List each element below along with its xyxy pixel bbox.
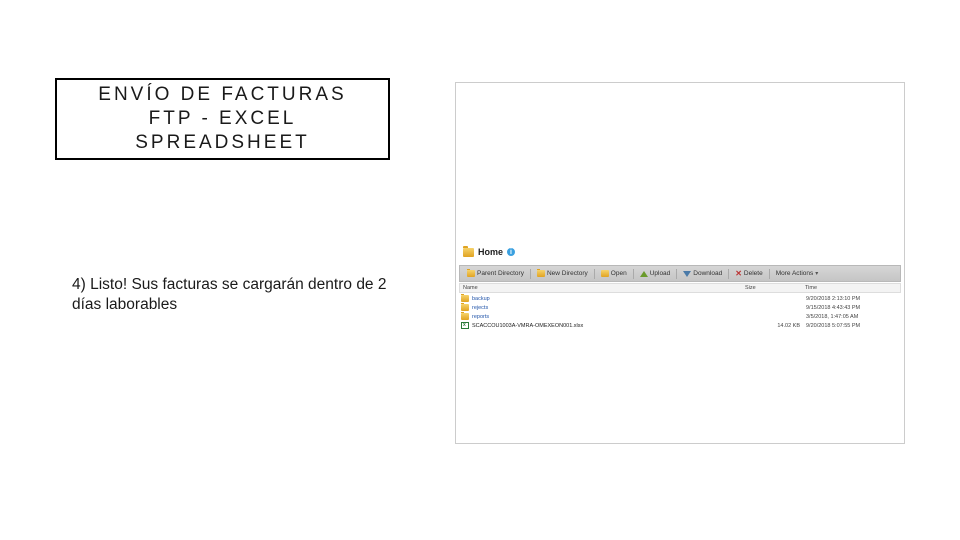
separator	[769, 269, 770, 279]
file-name: backup	[472, 296, 746, 302]
upload-label: Upload	[650, 270, 671, 277]
separator	[676, 269, 677, 279]
table-row[interactable]: reports 3/5/2018, 1:47:05 AM	[459, 312, 901, 321]
delete-button[interactable]: ✕ Delete	[732, 270, 766, 278]
separator	[530, 269, 531, 279]
excel-icon	[461, 322, 469, 329]
table-row[interactable]: rejects 9/15/2018 4:43:43 PM	[459, 303, 901, 312]
table-row[interactable]: SCACCOU1003A-VMRA-OMEXEON001.xlsx 14.02 …	[459, 321, 901, 330]
file-time: 9/15/2018 4:43:43 PM	[806, 305, 901, 311]
open-label: Open	[611, 270, 627, 277]
chevron-down-icon: ▾	[815, 270, 818, 277]
ftp-screenshot: Home i Parent Directory New Directory Op…	[455, 82, 905, 444]
breadcrumb-home: Home i	[463, 247, 515, 257]
file-name: SCACCOU1003A-VMRA-OMEXEON001.xlsx	[472, 323, 746, 329]
new-directory-button[interactable]: New Directory	[534, 270, 591, 277]
open-button[interactable]: Open	[598, 270, 630, 277]
toolbar: Parent Directory New Directory Open Uplo…	[459, 265, 901, 282]
table-header: Name Size Time	[459, 283, 901, 293]
file-name: rejects	[472, 305, 746, 311]
delete-icon: ✕	[735, 270, 742, 278]
download-button[interactable]: Download	[680, 270, 725, 277]
new-folder-icon	[537, 270, 545, 277]
download-label: Download	[693, 270, 722, 277]
folder-icon	[463, 248, 474, 257]
info-icon: i	[507, 248, 515, 256]
separator	[728, 269, 729, 279]
new-directory-label: New Directory	[547, 270, 588, 277]
upload-button[interactable]: Upload	[637, 270, 674, 277]
folder-icon	[461, 295, 469, 302]
file-size: 14.02 KB	[746, 323, 806, 329]
separator	[633, 269, 634, 279]
more-actions-label: More Actions	[776, 270, 814, 277]
separator	[594, 269, 595, 279]
slide-title: ENVÍO DE FACTURAS FTP - EXCEL SPREADSHEE…	[77, 83, 368, 154]
file-time: 9/20/2018 5:07:55 PM	[806, 323, 901, 329]
col-time: Time	[805, 285, 900, 291]
title-box: ENVÍO DE FACTURAS FTP - EXCEL SPREADSHEE…	[55, 78, 390, 160]
more-actions-button[interactable]: More Actions ▾	[773, 270, 822, 277]
col-name: Name	[460, 285, 745, 291]
download-icon	[683, 271, 691, 277]
folder-icon	[461, 313, 469, 320]
folder-icon	[461, 304, 469, 311]
file-time: 3/5/2018, 1:47:05 AM	[806, 314, 901, 320]
parent-directory-label: Parent Directory	[477, 270, 524, 277]
home-label: Home	[478, 247, 503, 257]
parent-directory-button[interactable]: Parent Directory	[464, 270, 527, 277]
upload-icon	[640, 271, 648, 277]
table-row[interactable]: backup 9/20/2018 2:13:10 PM	[459, 294, 901, 303]
open-icon	[601, 270, 609, 277]
folder-up-icon	[467, 270, 475, 277]
delete-label: Delete	[744, 270, 763, 277]
file-time: 9/20/2018 2:13:10 PM	[806, 296, 901, 302]
col-size: Size	[745, 285, 805, 291]
file-list: backup 9/20/2018 2:13:10 PM rejects 9/15…	[459, 294, 901, 330]
body-text: 4) Listo! Sus facturas se cargarán dentr…	[72, 275, 412, 315]
file-name: reports	[472, 314, 746, 320]
